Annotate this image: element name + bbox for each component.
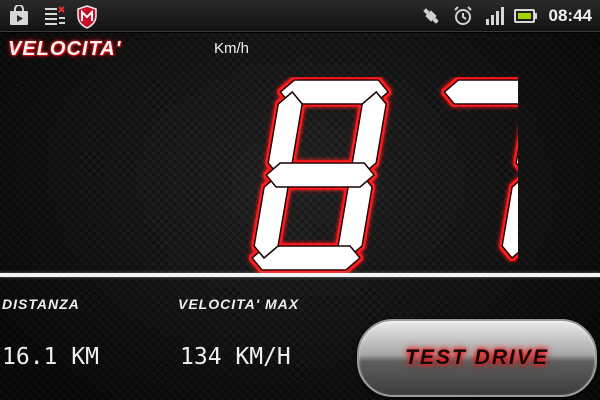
shopping-bag-icon bbox=[10, 5, 28, 25]
distance-label: DISTANZA bbox=[2, 296, 80, 312]
clock: 08:44 bbox=[548, 6, 592, 25]
test-drive-label: TEST DRIVE bbox=[405, 346, 549, 369]
gps-icon bbox=[423, 8, 439, 24]
test-drive-button[interactable]: TEST DRIVE bbox=[357, 319, 597, 397]
alarm-icon bbox=[454, 6, 472, 25]
battery-icon bbox=[514, 9, 537, 23]
max-speed-label: VELOCITA' MAX bbox=[178, 296, 300, 312]
speed-title: VELOCITA' bbox=[8, 38, 122, 60]
digit-segment bbox=[501, 180, 518, 260]
speed-readout bbox=[250, 79, 518, 271]
signal-bars-icon bbox=[486, 7, 504, 25]
speed-unit: Km/h bbox=[214, 40, 250, 57]
mcafee-shield-icon bbox=[77, 5, 97, 29]
speed-digits bbox=[250, 79, 518, 271]
speedometer-screen: VELOCITA' Km/h DISTANZA 16.1 KM VELOCITA… bbox=[0, 33, 600, 400]
digit-segment bbox=[443, 79, 518, 105]
digit-segment bbox=[265, 162, 376, 188]
task-list-icon bbox=[45, 6, 65, 25]
status-bar: 08:44 bbox=[0, 0, 600, 32]
distance-value: 16.1 KM bbox=[2, 344, 99, 370]
max-speed-value: 134 KM/H bbox=[180, 344, 291, 370]
divider bbox=[0, 273, 600, 277]
